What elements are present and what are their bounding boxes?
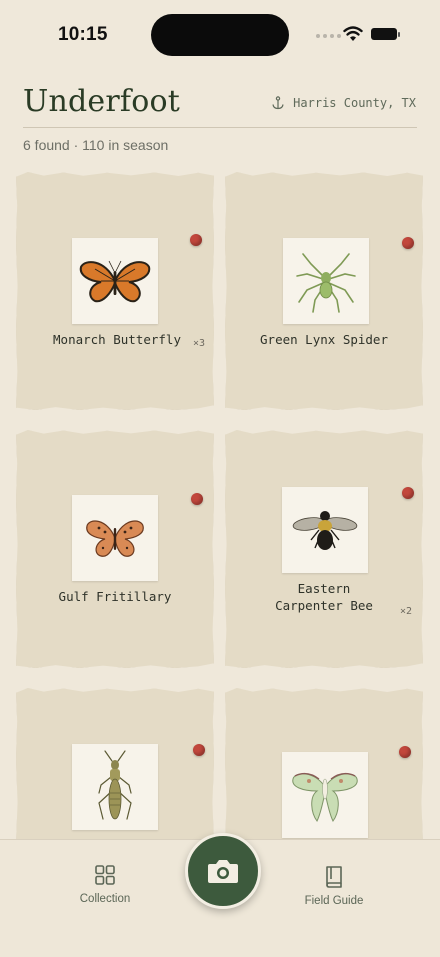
- camera-icon: [208, 860, 238, 883]
- gulf-fritillary-icon: [72, 495, 158, 581]
- monarch-butterfly-icon: [72, 238, 158, 324]
- carpenter-bee-icon: [282, 487, 368, 573]
- grid-icon: [95, 865, 115, 885]
- tab-collection[interactable]: Collection: [50, 864, 160, 905]
- tab-collection-label: Collection: [79, 893, 131, 905]
- pin-icon: [402, 237, 414, 249]
- book-icon: [326, 866, 342, 888]
- specimen-grid: Monarch Butterfly ×3 Green Lynx Spider G…: [0, 0, 440, 956]
- pin-icon: [399, 746, 411, 758]
- grasshopper-icon: [72, 744, 158, 830]
- green-lynx-spider-icon: [283, 238, 369, 324]
- pin-icon: [402, 487, 414, 499]
- luna-moth-icon: [282, 752, 368, 838]
- tab-field-guide[interactable]: Field Guide: [279, 864, 389, 907]
- specimen-name: Gulf Fritillary: [58, 589, 172, 604]
- pin-icon: [191, 493, 203, 505]
- specimen-name: Green Lynx Spider: [260, 332, 388, 347]
- specimen-name: Monarch Butterfly: [53, 332, 181, 347]
- specimen-count-badge: ×3: [193, 338, 206, 349]
- tab-field-guide-label: Field Guide: [304, 895, 364, 907]
- camera-capture-button[interactable]: [185, 833, 261, 909]
- specimen-name: Eastern Carpenter Bee: [275, 581, 373, 613]
- pin-icon: [190, 234, 202, 246]
- pin-icon: [193, 744, 205, 756]
- specimen-count-badge: ×2: [400, 606, 413, 617]
